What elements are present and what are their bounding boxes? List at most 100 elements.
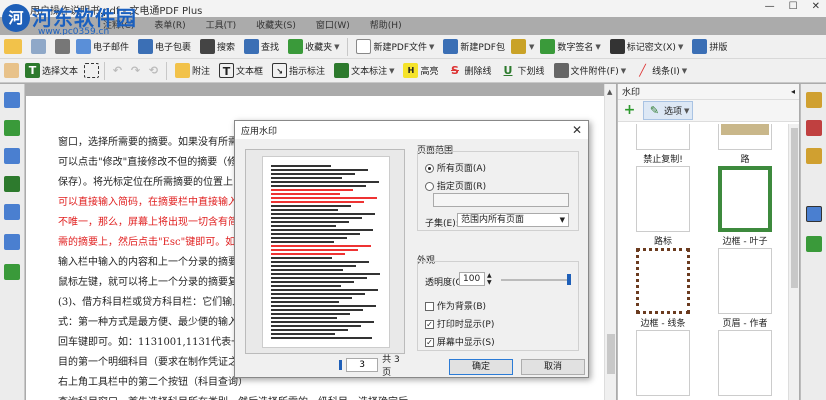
minimize-button[interactable]: — <box>765 1 775 12</box>
mark-redact-button[interactable]: 标记密文(X) ▼ <box>607 38 687 55</box>
undo-icon[interactable]: ↶ <box>110 63 125 78</box>
panel-title: 水印 <box>622 88 641 98</box>
layers-panel-icon[interactable] <box>4 176 20 192</box>
binoculars-icon <box>200 39 216 54</box>
text-cursor-icon: T <box>25 63 40 78</box>
open-folder-icon[interactable] <box>4 39 22 54</box>
page-number-input[interactable] <box>346 358 379 372</box>
watermark-item[interactable]: 页眉 - 作者 <box>706 248 784 329</box>
scroll-up-icon[interactable]: ▲ <box>607 88 612 96</box>
print-display-checkbox[interactable]: ✓ 打印时显示(P) <box>425 317 494 330</box>
email-icon <box>76 39 91 54</box>
pen-panel-icon[interactable] <box>806 148 822 164</box>
menu-annotation[interactable]: 注释(C) <box>95 18 142 32</box>
scrollbar-thumb[interactable] <box>791 128 798 288</box>
textbox-button[interactable]: T 文本框 <box>216 62 266 79</box>
lock-icon[interactable] <box>510 39 526 54</box>
digital-signature-button[interactable]: 数字签名 ▼ <box>537 38 603 55</box>
note-button[interactable]: 附注 <box>172 62 213 79</box>
layout-button[interactable]: 拼版 <box>689 38 730 55</box>
bookmarks-panel-icon[interactable] <box>4 120 20 136</box>
chevron-down-icon: ▼ <box>677 42 684 51</box>
watermark-item[interactable]: 页眉 <box>706 330 784 400</box>
new-package-icon <box>443 39 459 54</box>
search-button[interactable]: 搜索 <box>197 38 238 55</box>
preview-text-line <box>271 337 372 339</box>
menu-favorites[interactable]: 收藏夹(S) <box>248 18 304 32</box>
watermark-item[interactable]: 路 <box>706 124 784 165</box>
subset-select[interactable]: 范围内所有页面 ▼ <box>457 213 569 227</box>
toolbar-divider <box>104 61 106 80</box>
opacity-input[interactable]: 100 <box>459 272 485 286</box>
close-icon[interactable]: ✕ <box>572 123 582 137</box>
menu-form[interactable]: 表单(R) <box>146 18 193 32</box>
watermark-item[interactable]: 页眉 <box>624 330 702 400</box>
specified-pages-radio[interactable]: 指定页面(R) <box>425 179 486 192</box>
page-slider-icon[interactable] <box>339 360 343 370</box>
all-pages-radio[interactable]: 所有页面(A) <box>425 161 486 174</box>
cancel-button[interactable]: 取消 <box>521 359 585 375</box>
security-panel-icon[interactable] <box>806 120 822 136</box>
watermark-item[interactable]: 边框 - 线条 <box>624 248 702 329</box>
watermark-item[interactable]: 禁止复制! <box>624 124 702 165</box>
line-button[interactable]: ╱ 线条(I) ▼ <box>632 62 690 79</box>
add-watermark-icon[interactable]: + <box>622 103 637 118</box>
ok-button[interactable]: 确定 <box>449 359 513 375</box>
window-controls: — ☐ ✕ <box>765 1 820 12</box>
redo-icon[interactable]: ↷ <box>128 63 143 78</box>
preview-text-line <box>271 217 362 219</box>
image-panel-icon[interactable] <box>806 236 822 252</box>
package-button[interactable]: 电子包裹 <box>135 38 194 55</box>
edit-panel-icon[interactable] <box>806 92 822 108</box>
new-pdf-package-button[interactable]: 新建PDF包 <box>440 38 508 55</box>
select-text-button[interactable]: T 选择文本 <box>22 62 81 79</box>
pin-icon[interactable]: ◂ <box>791 87 795 96</box>
text-markup-button[interactable]: 文本标注 ▼ <box>331 62 397 79</box>
screen-display-checkbox[interactable]: ✓ 屏幕中显示(S) <box>425 335 495 348</box>
strikethrough-button[interactable]: S 删除线 <box>444 62 494 79</box>
panel-scrollbar[interactable] <box>788 124 799 400</box>
email-button[interactable]: 电子邮件 <box>73 38 132 55</box>
underline-button[interactable]: U 下划线 <box>498 62 548 79</box>
stepper-icon[interactable]: ▲ ▼ <box>487 272 492 286</box>
callout-button[interactable]: ↘ 指示标注 <box>269 62 328 79</box>
document-scrollbar[interactable]: ▲ <box>604 84 616 400</box>
highlight-button[interactable]: H 高亮 <box>400 62 441 79</box>
opacity-slider-thumb[interactable] <box>567 274 571 285</box>
print-icon[interactable] <box>55 39 70 54</box>
menu-tools[interactable]: 工具(T) <box>198 18 245 32</box>
favorites-button[interactable]: 收藏夹 ▼ <box>285 38 342 55</box>
watermark-panel-icon[interactable] <box>806 206 822 222</box>
line-icon: ╱ <box>639 64 646 77</box>
opacity-slider[interactable] <box>501 279 571 281</box>
file-attachment-button[interactable]: 文件附件(F) ▼ <box>551 62 630 79</box>
options-button[interactable]: ✎ 选项 ▼ <box>643 101 694 120</box>
window-title: 用户操作说明书.pdf - 文电通PDF Plus <box>30 6 203 17</box>
menu-help[interactable]: 帮助(H) <box>362 18 410 32</box>
watermark-item[interactable]: 路标 <box>624 166 702 247</box>
scrollbar-thumb[interactable] <box>607 334 615 374</box>
watermark-item[interactable]: 边框 - 叶子 <box>706 166 784 247</box>
annotations-panel-icon[interactable] <box>4 148 20 164</box>
document-line: 鼠标左键，就可以将上一个分录的摘要复制到 <box>58 277 258 288</box>
tags-panel-icon[interactable] <box>4 264 20 280</box>
find-button[interactable]: 查找 <box>241 38 282 55</box>
hand-tool-icon[interactable] <box>4 63 19 78</box>
checkbox-icon <box>425 302 434 311</box>
maximize-button[interactable]: ☐ <box>789 1 798 12</box>
watermark-thumbnail <box>718 248 772 314</box>
rotate-icon[interactable]: ⟲ <box>146 63 161 78</box>
as-background-checkbox[interactable]: 作为背景(B) <box>425 299 486 312</box>
new-file-icon <box>356 39 372 54</box>
chevron-down-icon: ▼ <box>334 42 340 51</box>
new-pdf-file-button[interactable]: 新建PDF文件 ▼ <box>353 38 437 55</box>
page-range-input[interactable] <box>433 193 569 207</box>
save-icon[interactable] <box>31 39 46 54</box>
outline-panel-icon[interactable] <box>4 204 20 220</box>
snapshot-icon[interactable] <box>84 63 100 78</box>
preview-text-line <box>271 273 380 275</box>
menu-window[interactable]: 窗口(W) <box>308 18 358 32</box>
attachments-panel-icon[interactable] <box>4 234 20 250</box>
pages-panel-icon[interactable] <box>4 92 20 108</box>
close-button[interactable]: ✕ <box>812 1 820 12</box>
